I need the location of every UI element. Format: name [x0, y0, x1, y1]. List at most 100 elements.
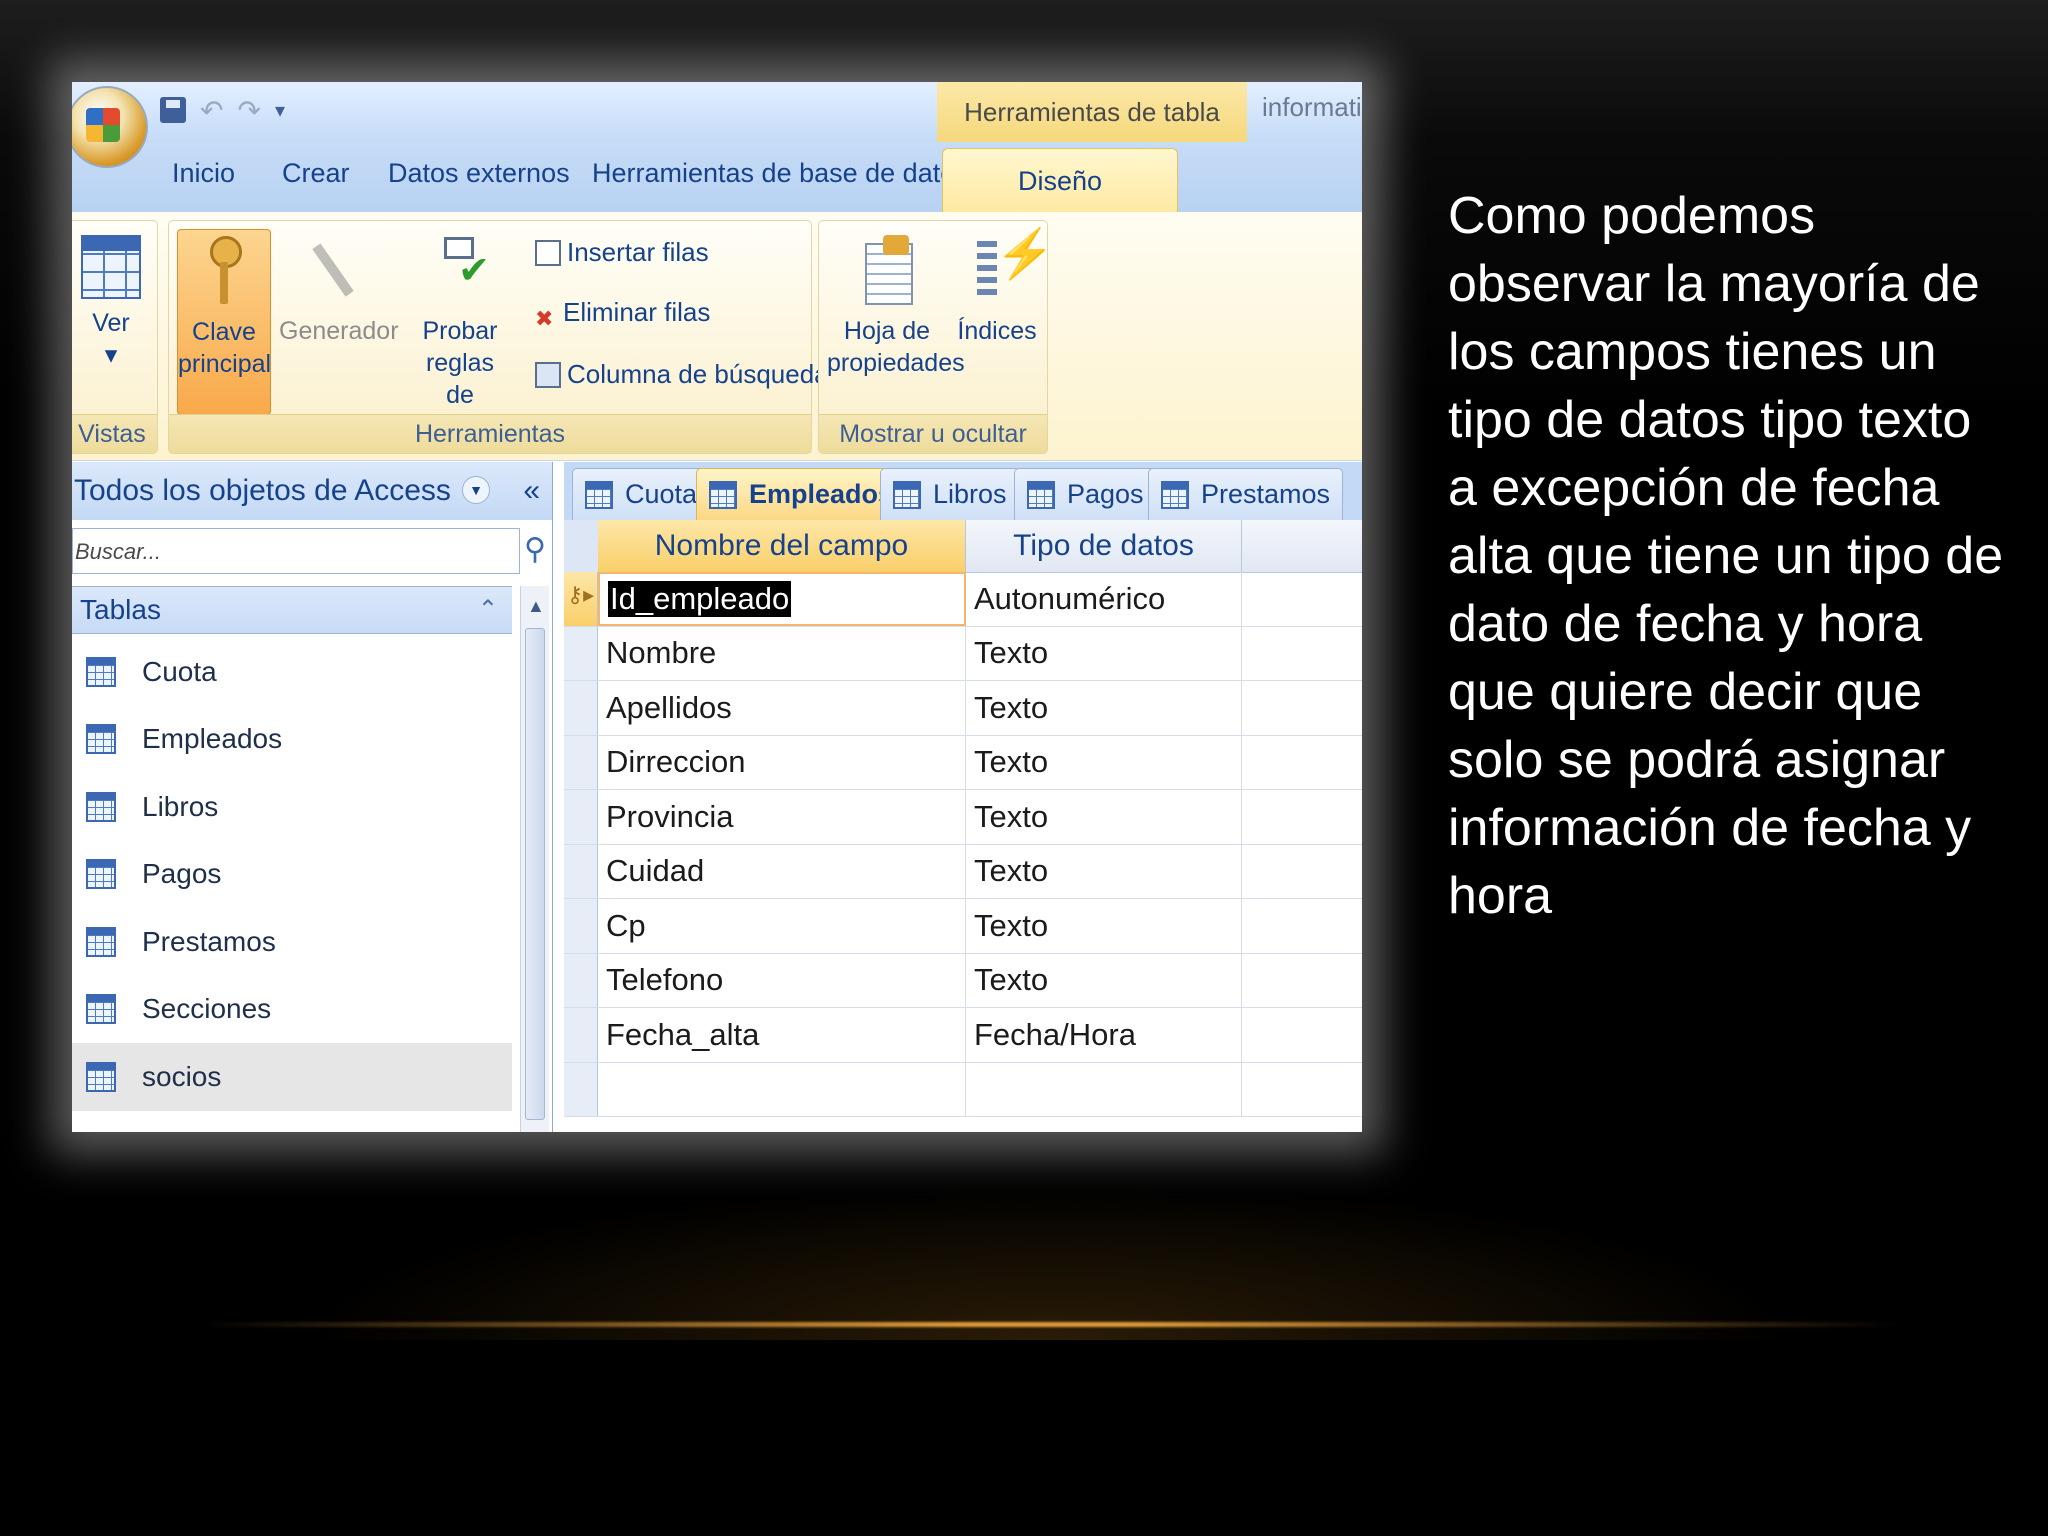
- description-cell[interactable]: [1242, 1063, 1362, 1117]
- nav-item-pagos[interactable]: Pagos: [72, 841, 512, 909]
- table-row[interactable]: Telefono Texto: [564, 953, 1362, 1008]
- doc-tab-cuota[interactable]: Cuota: [572, 468, 711, 520]
- field-name-cell[interactable]: Telefono: [598, 953, 966, 1007]
- tab-diseno[interactable]: Diseño: [942, 148, 1178, 213]
- generador-button[interactable]: Generador: [279, 229, 399, 347]
- lookup-column-icon: [535, 361, 561, 388]
- header-tipo-datos[interactable]: Tipo de datos: [966, 520, 1242, 572]
- table-icon: [86, 1061, 116, 1092]
- field-name-cell[interactable]: Cp: [598, 899, 966, 953]
- field-name-cell[interactable]: [598, 1062, 966, 1116]
- table-row[interactable]: Nombre Texto: [564, 626, 1362, 681]
- nav-item-libros[interactable]: Libros: [72, 773, 512, 841]
- description-cell[interactable]: [1242, 899, 1362, 953]
- table-row[interactable]: Provincia Texto: [564, 790, 1362, 845]
- scroll-thumb[interactable]: [525, 628, 545, 1120]
- description-cell[interactable]: [1242, 954, 1362, 1008]
- description-cell[interactable]: [1242, 790, 1362, 844]
- table-row[interactable]: Apellidos Texto: [564, 681, 1362, 736]
- tab-datos-externos[interactable]: Datos externos: [388, 158, 570, 189]
- field-name-cell[interactable]: Cuidad: [598, 844, 966, 898]
- field-name-cell[interactable]: Provincia: [598, 790, 966, 844]
- nav-collapse-icon[interactable]: «: [523, 474, 540, 508]
- scroll-up-icon[interactable]: ▲: [527, 596, 545, 617]
- doc-tab-pagos[interactable]: Pagos: [1014, 468, 1157, 520]
- row-selector[interactable]: [564, 790, 598, 844]
- nav-item-cuota[interactable]: Cuota: [72, 638, 512, 706]
- tab-inicio[interactable]: Inicio: [172, 158, 235, 189]
- field-name-cell[interactable]: Fecha_alta: [598, 1008, 966, 1062]
- data-type-cell[interactable]: Texto: [966, 735, 1242, 789]
- row-selector[interactable]: [564, 953, 598, 1007]
- description-cell[interactable]: [1242, 1008, 1362, 1062]
- insertar-filas-button[interactable]: Insertar filas: [535, 237, 709, 268]
- title-bar: ↶ ↷ ▾ Herramientas de tabla informatica …: [72, 82, 1362, 142]
- data-type-cell[interactable]: Texto: [966, 844, 1242, 898]
- description-cell[interactable]: [1242, 572, 1362, 626]
- probar-reglas-button[interactable]: Probar reglas de validación: [391, 229, 529, 443]
- save-icon[interactable]: [160, 97, 186, 123]
- row-selector[interactable]: [564, 1008, 598, 1062]
- hoja-propiedades-button[interactable]: Hoja de propiedades: [827, 229, 965, 379]
- row-selector[interactable]: [564, 626, 598, 680]
- table-row[interactable]: Dirreccion Texto: [564, 735, 1362, 790]
- data-type-cell[interactable]: Texto: [966, 681, 1242, 735]
- select-all-corner[interactable]: [564, 520, 599, 572]
- description-cell[interactable]: [1242, 736, 1362, 790]
- table-row[interactable]: Cuidad Texto: [564, 844, 1362, 899]
- nav-group-tablas[interactable]: Tablas ⌃: [72, 586, 512, 634]
- data-type-cell[interactable]: Texto: [966, 899, 1242, 953]
- nav-item-secciones[interactable]: Secciones: [72, 976, 512, 1044]
- indices-button[interactable]: Índices: [955, 229, 1055, 347]
- data-type-cell[interactable]: [966, 1062, 1242, 1116]
- eliminar-filas-button[interactable]: Eliminar filas: [535, 297, 710, 328]
- field-name-cell[interactable]: Id_empleado: [598, 572, 966, 626]
- row-selector[interactable]: [564, 681, 598, 735]
- search-icon[interactable]: ⚲: [524, 532, 550, 568]
- table-row[interactable]: Fecha_alta Fecha/Hora: [564, 1008, 1362, 1063]
- doc-tab-empleados[interactable]: Empleados: [696, 468, 907, 520]
- description-cell[interactable]: [1242, 681, 1362, 735]
- clave-principal-button[interactable]: Clave principal: [177, 229, 271, 415]
- group-collapse-icon[interactable]: ⌃: [478, 595, 498, 624]
- nav-scrollbar[interactable]: ▲: [520, 586, 549, 1132]
- group-label-mostrar: Mostrar u ocultar: [819, 414, 1047, 453]
- ver-button[interactable]: Ver ▾: [73, 229, 149, 371]
- columna-busqueda-button[interactable]: Columna de búsqueda: [535, 359, 829, 390]
- field-name-cell[interactable]: Nombre: [598, 626, 966, 680]
- data-type-cell[interactable]: Texto: [966, 626, 1242, 680]
- validation-rules-icon: [428, 235, 492, 307]
- row-selector[interactable]: [564, 735, 598, 789]
- description-cell[interactable]: [1242, 627, 1362, 681]
- table-row[interactable]: [564, 1062, 1362, 1117]
- field-name-cell[interactable]: Dirreccion: [598, 735, 966, 789]
- undo-icon[interactable]: ↶: [200, 94, 223, 127]
- nav-item-prestamos[interactable]: Prestamos: [72, 908, 512, 976]
- row-selector[interactable]: [564, 1062, 598, 1116]
- nav-menu-dropdown-icon[interactable]: ▼: [462, 476, 490, 504]
- data-type-cell[interactable]: Fecha/Hora: [966, 1008, 1242, 1062]
- description-cell[interactable]: [1242, 845, 1362, 899]
- doc-tab-libros[interactable]: Libros: [880, 468, 1020, 520]
- redo-icon[interactable]: ↷: [237, 94, 260, 127]
- doc-tab-prestamos[interactable]: Prestamos: [1148, 468, 1344, 520]
- row-selector[interactable]: [564, 899, 598, 953]
- primary-key-icon[interactable]: [564, 572, 598, 626]
- header-nombre-campo[interactable]: Nombre del campo: [598, 520, 966, 572]
- data-type-cell[interactable]: Texto: [966, 953, 1242, 1007]
- nav-pane-header[interactable]: Todos los objetos de Access ▼ «: [72, 462, 552, 520]
- tab-crear[interactable]: Crear: [282, 158, 350, 189]
- field-name-cell[interactable]: Apellidos: [598, 681, 966, 735]
- nav-item-empleados[interactable]: Empleados: [72, 706, 512, 774]
- tab-herramientas-bd[interactable]: Herramientas de base de datos: [592, 158, 969, 189]
- customize-dropdown-icon[interactable]: ▾: [275, 98, 285, 123]
- indexes-icon: [965, 235, 1055, 307]
- table-row[interactable]: Cp Texto: [564, 899, 1362, 954]
- row-selector[interactable]: [564, 844, 598, 898]
- nav-item-socios[interactable]: socios: [72, 1043, 512, 1111]
- nav-table-list: Cuota Empleados Libros Pagos Prestamos S…: [72, 638, 512, 1111]
- data-type-cell[interactable]: Autonumérico: [966, 572, 1242, 626]
- table-row[interactable]: Id_empleado Autonumérico: [564, 572, 1362, 627]
- data-type-cell[interactable]: Texto: [966, 790, 1242, 844]
- nav-search-input[interactable]: Buscar...: [72, 528, 520, 574]
